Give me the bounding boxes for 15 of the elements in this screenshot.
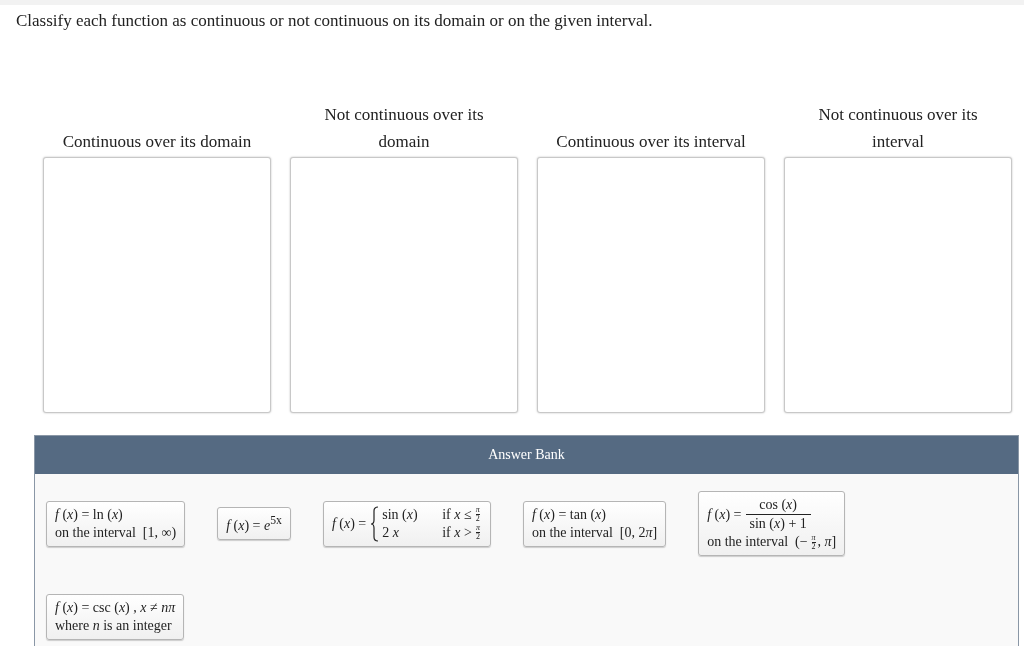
drop-zone[interactable] (290, 157, 518, 413)
answer-card[interactable]: f (x) = csc (x) , x ≠ nπ where n is an integer (46, 594, 185, 640)
category-label: Continuous over its interval (556, 131, 746, 153)
category-label: Continuous over its domain (62, 131, 252, 153)
instruction-text: Classify each function as continuous or not continuous on its domain or on the given interval. (16, 11, 654, 31)
category-label: Not continuous over its domain (323, 104, 485, 153)
answer-card[interactable]: f (x) = e$^{5x}$ (217, 507, 291, 540)
answer-bank-title: Answer Bank (488, 447, 565, 463)
answer-card[interactable]: f (x) = ln (x) on the interval [1, ∞) (46, 500, 186, 547)
drop-zone[interactable] (537, 157, 765, 413)
drop-zone[interactable] (784, 157, 1012, 413)
brace-icon (370, 505, 380, 542)
category-label: Not continuous over its interval (817, 104, 979, 153)
drop-zone[interactable] (43, 157, 271, 413)
answer-card[interactable]: f (x) = tan (x) on the interval [0, 2π] (522, 500, 667, 547)
